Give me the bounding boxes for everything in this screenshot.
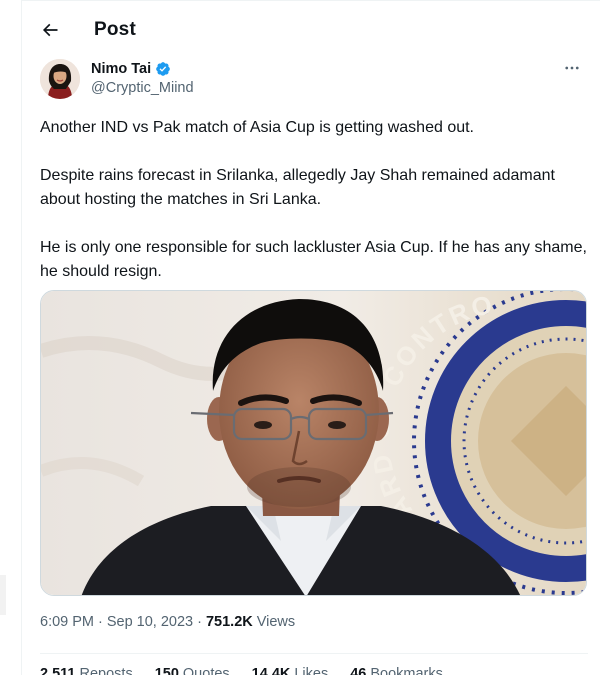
likes-count: 14.4K [251, 666, 291, 675]
author-handle[interactable]: @Cryptic_Miind [91, 80, 194, 96]
more-horizontal-icon [565, 66, 579, 70]
back-button[interactable] [32, 12, 68, 48]
verified-badge-icon[interactable] [155, 61, 171, 77]
avatar-portrait-icon [40, 59, 80, 99]
post-header: Post [22, 6, 600, 54]
post-meta: 6:09 PM · Sep 10, 2023 · 751.2K Views [40, 614, 295, 630]
tweet-paragraph: Despite rains forecast in Srilanka, alle… [40, 167, 555, 208]
top-border [22, 0, 600, 4]
avatar[interactable] [40, 59, 80, 99]
reposts-count: 2,511 [40, 666, 76, 675]
arrow-left-icon [42, 23, 58, 37]
likes-label: Likes [294, 666, 329, 675]
meta-separator: · [98, 614, 103, 630]
reposts-label: Reposts [79, 666, 133, 675]
quotes-label: Quotes [182, 666, 230, 675]
stats-divider [40, 653, 588, 654]
left-edge-notch [0, 575, 6, 615]
bookmarks-label: Bookmarks [370, 666, 443, 675]
reposts-stat[interactable]: 2,511 Reposts [40, 666, 133, 675]
photo-illustration: BOARD OF CONTRO [41, 291, 586, 595]
likes-stat[interactable]: 14.4K Likes [252, 666, 329, 675]
post-date-link[interactable]: Sep 10, 2023 [107, 614, 193, 630]
author-row: Nimo Tai @Cryptic_Miind [40, 58, 590, 100]
quotes-count: 150 [154, 666, 179, 675]
tweet-text: Another IND vs Pak match of Asia Cup is … [40, 116, 588, 284]
post-time-link[interactable]: 6:09 PM [40, 614, 94, 630]
left-page-edge [0, 0, 22, 675]
meta-separator: · [197, 614, 202, 630]
tweet-paragraph: Another IND vs Pak match of Asia Cup is … [40, 119, 474, 136]
tweet-paragraph: He is only one responsible for such lack… [40, 239, 587, 280]
views-label: Views [256, 614, 296, 630]
more-options-button[interactable] [560, 58, 584, 78]
name-line: Nimo Tai [91, 59, 194, 78]
quotes-stat[interactable]: 150 Quotes [155, 666, 230, 675]
bookmarks-stat[interactable]: 46 Bookmarks [350, 666, 443, 675]
bookmarks-count: 46 [350, 666, 367, 675]
views-count: 751.2K [205, 614, 253, 630]
author-names: Nimo Tai @Cryptic_Miind [91, 59, 194, 97]
engagement-stats: 2,511 Reposts 150 Quotes 14.4K Likes 46 Book… [40, 666, 465, 675]
author-display-name[interactable]: Nimo Tai [91, 61, 151, 77]
tweet-media-photo[interactable]: BOARD OF CONTRO [40, 290, 587, 596]
page-title: Post [94, 19, 136, 40]
